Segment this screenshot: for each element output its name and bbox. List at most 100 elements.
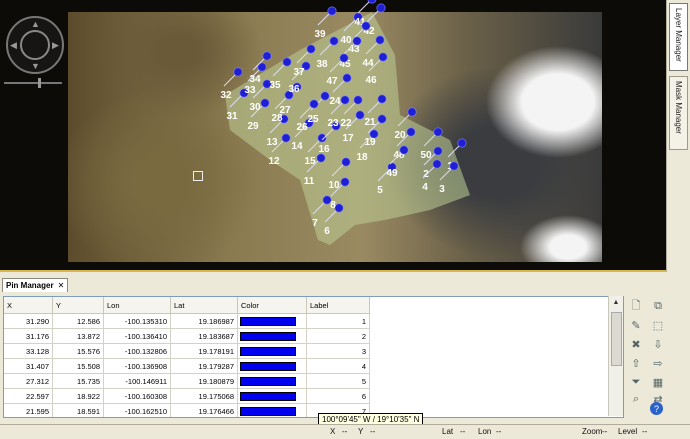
cell-y[interactable]: 15.735	[52, 373, 104, 389]
cell-lon[interactable]: -100.136410	[103, 328, 171, 344]
tab-layer-manager[interactable]: Layer Manager	[669, 3, 688, 71]
cell-label[interactable]: 5	[306, 373, 370, 389]
table-row[interactable]: 27.312 15.735 -100.146911 19.180879 5	[4, 373, 370, 389]
cell-lat[interactable]: 19.176466	[170, 403, 238, 417]
cell-lat[interactable]: 19.183687	[170, 328, 238, 344]
table-row[interactable]: 33.128 15.576 -100.132806 19.178191 3	[4, 343, 370, 359]
map-pin-head[interactable]	[449, 161, 459, 171]
cell-y[interactable]: 12.586	[52, 313, 104, 329]
map-pin-head[interactable]	[316, 153, 326, 163]
cell-lon[interactable]: -100.160308	[103, 388, 171, 404]
map-pin-head[interactable]	[433, 127, 443, 137]
table-row[interactable]: 31.407 15.508 -100.136908 19.179287 4	[4, 358, 370, 374]
map-pin-head[interactable]	[329, 36, 339, 46]
map-pin-head[interactable]	[320, 91, 330, 101]
map-pin-head[interactable]	[317, 133, 327, 143]
navigation-control[interactable]: ▲ ▼ ◀ ▶	[6, 16, 64, 74]
column-header-x[interactable]: X	[4, 297, 53, 314]
cell-color[interactable]	[237, 388, 307, 404]
cell-lat[interactable]: 19.178191	[170, 343, 238, 359]
cell-x[interactable]: 31.290	[4, 313, 53, 329]
cell-x[interactable]: 31.176	[4, 328, 53, 344]
cell-x[interactable]: 22.597	[4, 388, 53, 404]
delete-pin-icon[interactable]: ✖	[628, 336, 644, 352]
map-pin-head[interactable]	[334, 203, 344, 213]
map-pin-head[interactable]	[378, 52, 388, 62]
map-pin-head[interactable]	[353, 95, 363, 105]
map-pin-head[interactable]	[433, 146, 443, 156]
import-pins-icon[interactable]: ⇩	[650, 336, 666, 352]
cell-color[interactable]	[237, 313, 307, 329]
map-pin-head[interactable]	[399, 145, 409, 155]
cell-x[interactable]: 27.312	[4, 373, 53, 389]
map-pin-head[interactable]	[367, 0, 377, 4]
cell-lat[interactable]: 19.186987	[170, 313, 238, 329]
pan-up-icon[interactable]: ▲	[31, 20, 40, 29]
map-pin-head[interactable]	[342, 73, 352, 83]
cell-y[interactable]: 18.922	[52, 388, 104, 404]
cell-y[interactable]: 13.872	[52, 328, 104, 344]
map-pin-head[interactable]	[377, 114, 387, 124]
cell-label[interactable]: 4	[306, 358, 370, 374]
tab-mask-manager[interactable]: Mask Manager	[669, 76, 688, 150]
map-pin-head[interactable]	[457, 138, 467, 148]
scrollbar-thumb[interactable]	[611, 312, 622, 366]
new-pin-icon[interactable]: 🗋	[628, 298, 644, 314]
navigation-ring[interactable]	[20, 30, 50, 60]
map-pin-head[interactable]	[260, 98, 270, 108]
cell-label[interactable]: 1	[306, 313, 370, 329]
map-pin-head[interactable]	[262, 51, 272, 61]
cell-lat[interactable]: 19.175068	[170, 388, 238, 404]
cell-lon[interactable]: -100.132806	[103, 343, 171, 359]
select-pins-icon[interactable]: ⬚	[650, 317, 666, 333]
cell-y[interactable]: 18.591	[52, 403, 104, 417]
pan-left-icon[interactable]: ◀	[10, 41, 17, 50]
pan-right-icon[interactable]: ▶	[52, 41, 59, 50]
column-header-lon[interactable]: Lon	[103, 297, 171, 314]
cell-lat[interactable]: 19.180879	[170, 373, 238, 389]
image-view[interactable]: 1234567810111213141516171819202122232425…	[0, 0, 666, 272]
zoom-slider[interactable]	[4, 78, 62, 88]
column-header-y[interactable]: Y	[52, 297, 104, 314]
cell-y[interactable]: 15.576	[52, 343, 104, 359]
cell-lon[interactable]: -100.136908	[103, 358, 171, 374]
export-table-icon[interactable]: ⇨	[650, 355, 666, 371]
cell-x[interactable]: 21.595	[4, 403, 53, 417]
cell-lon[interactable]: -100.135310	[103, 313, 171, 329]
cell-lon[interactable]: -100.162510	[103, 403, 171, 417]
map-pin-head[interactable]	[355, 110, 365, 120]
map-pin-head[interactable]	[281, 133, 291, 143]
cell-lat[interactable]: 19.179287	[170, 358, 238, 374]
map-pin-head[interactable]	[361, 21, 371, 31]
map-pin-head[interactable]	[233, 67, 243, 77]
map-pin-head[interactable]	[407, 107, 417, 117]
tab-pin-manager[interactable]: Pin Manager ✕	[2, 278, 69, 292]
column-header-lat[interactable]: Lat	[170, 297, 238, 314]
map-pin-head[interactable]	[406, 127, 416, 137]
cell-color[interactable]	[237, 403, 307, 417]
pixel-data-icon[interactable]: ▦	[650, 374, 666, 390]
cell-y[interactable]: 15.508	[52, 358, 104, 374]
column-header-color[interactable]: Color	[237, 297, 307, 314]
edit-pin-icon[interactable]: ✎	[628, 317, 644, 333]
pin-table[interactable]: X Y Lon Lat Color Label 31.290 12.586 -100.1353…	[4, 297, 370, 417]
cell-label[interactable]: 2	[306, 328, 370, 344]
export-pins-icon[interactable]: ⇧	[628, 355, 644, 371]
map-pin-head[interactable]	[306, 44, 316, 54]
cell-color[interactable]	[237, 328, 307, 344]
cell-x[interactable]: 31.407	[4, 358, 53, 374]
map-pin-head[interactable]	[352, 36, 362, 46]
map-pin-head[interactable]	[375, 35, 385, 45]
map-pin-head[interactable]	[327, 6, 337, 16]
cell-label[interactable]: 6	[306, 388, 370, 404]
close-icon[interactable]: ✕	[58, 281, 65, 290]
cell-lon[interactable]: -100.146911	[103, 373, 171, 389]
table-scrollbar[interactable]: ▲	[608, 296, 623, 416]
filter-pins-icon[interactable]: ⏷	[628, 374, 644, 390]
map-pin-head[interactable]	[309, 99, 319, 109]
map-pin-head[interactable]	[339, 53, 349, 63]
cell-x[interactable]: 33.128	[4, 343, 53, 359]
pin-overlay[interactable]: 1234567810111213141516171819202122232425…	[0, 0, 666, 272]
map-pin-head[interactable]	[377, 94, 387, 104]
cell-color[interactable]	[237, 373, 307, 389]
